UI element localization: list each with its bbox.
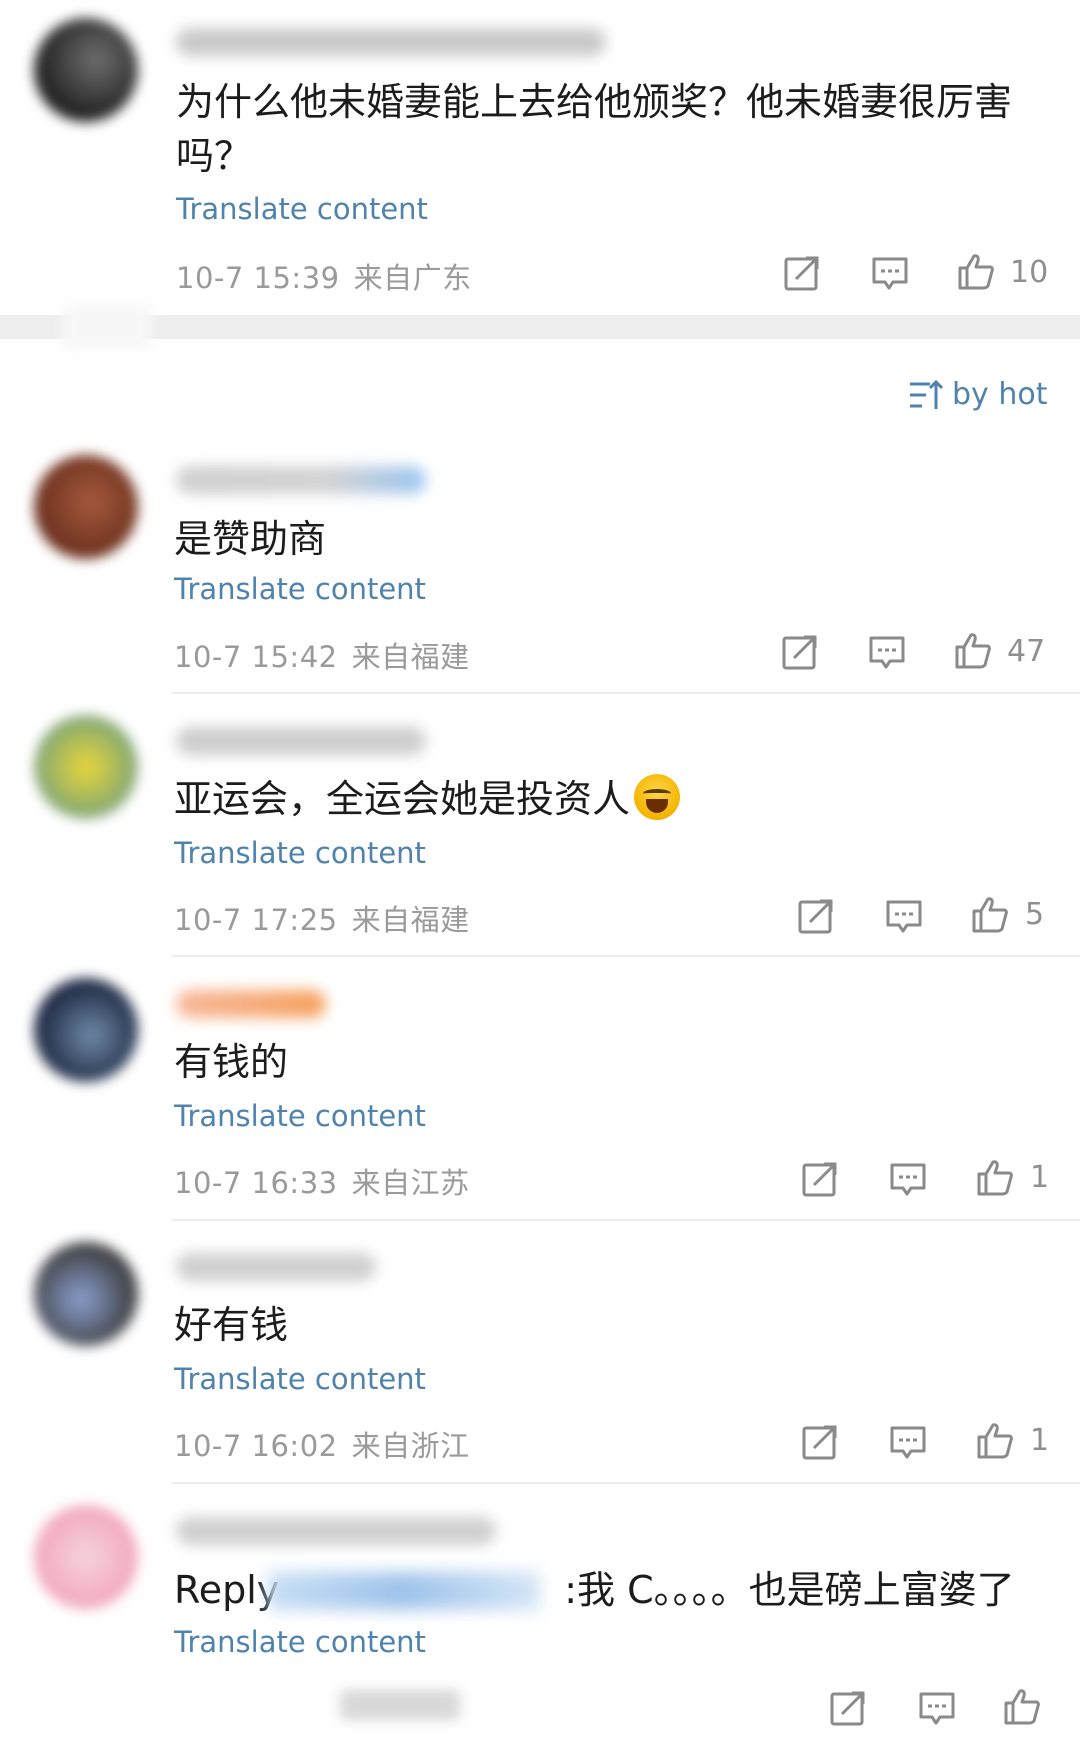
- comment-avatar[interactable]: [34, 455, 138, 559]
- comment-avatar[interactable]: [34, 1242, 138, 1346]
- comment-username[interactable]: [176, 1253, 376, 1281]
- thumbs-up-icon[interactable]: [953, 630, 993, 670]
- thumbs-up-icon[interactable]: [975, 1157, 1015, 1197]
- comment-username[interactable]: [176, 990, 326, 1018]
- post-time: 10-7 15:39: [176, 261, 340, 295]
- comment-divider: [172, 692, 1080, 694]
- comment-translate-link[interactable]: Translate content: [174, 572, 426, 606]
- share-icon[interactable]: [800, 1159, 840, 1199]
- comment-location: 来自福建: [351, 903, 470, 937]
- comment-like-count: 1: [1030, 1160, 1050, 1195]
- comment-time: 10-7 15:42: [174, 640, 338, 674]
- comment-icon[interactable]: [888, 1422, 928, 1462]
- share-icon[interactable]: [782, 253, 822, 293]
- comment-location: 来自浙江: [351, 1429, 470, 1463]
- comment-divider: [172, 1219, 1080, 1221]
- reply-text: :我 C。。。。也是磅上富婆了: [564, 1568, 1015, 1612]
- comment-text: 有钱的: [174, 1040, 289, 1084]
- crying-laughing-emoji-icon: [634, 774, 681, 820]
- post-location: 来自广东: [353, 261, 472, 295]
- reply-prefix: Reply: [174, 1568, 280, 1612]
- comment-divider: [172, 955, 1080, 957]
- comment-username[interactable]: [176, 1517, 496, 1545]
- comment-icon[interactable]: [884, 896, 924, 936]
- comment-time: 10-7 16:02: [174, 1429, 338, 1463]
- comment-translate-link[interactable]: Translate content: [174, 1625, 426, 1659]
- post-meta: 10-7 15:39 来自广东: [176, 255, 472, 297]
- comment-icon[interactable]: [867, 632, 907, 672]
- share-icon[interactable]: [800, 1422, 840, 1462]
- thumbs-up-icon[interactable]: [1002, 1686, 1042, 1726]
- comment-avatar[interactable]: [34, 715, 138, 819]
- comment-text-body: 亚运会，全运会她是投资人: [174, 777, 631, 821]
- post-username[interactable]: [176, 28, 606, 56]
- comment-translate-link[interactable]: Translate content: [174, 836, 426, 870]
- comment-avatar[interactable]: [34, 978, 138, 1082]
- separator-smudge: [62, 305, 152, 349]
- comment-like-count: 5: [1025, 897, 1045, 932]
- post-translate-link[interactable]: Translate content: [176, 192, 428, 226]
- comment-icon[interactable]: [888, 1159, 928, 1199]
- comment-meta-blur: [340, 1690, 460, 1720]
- comment-icon[interactable]: [917, 1688, 957, 1728]
- comment-text: 亚运会，全运会她是投资人: [174, 772, 681, 826]
- thumbs-up-icon[interactable]: [970, 894, 1010, 934]
- comment-location: 来自江苏: [351, 1166, 470, 1200]
- share-icon[interactable]: [828, 1688, 868, 1728]
- comment-icon[interactable]: [870, 253, 910, 293]
- post-text-line1: 为什么他未婚妻能上去给他颁奖？他未婚妻很厉害: [176, 80, 1013, 124]
- comment-avatar[interactable]: [34, 1505, 138, 1609]
- reply-mention-blur[interactable]: [268, 1572, 540, 1610]
- comment-like-count: 1: [1030, 1423, 1050, 1458]
- thumbs-up-icon[interactable]: [975, 1420, 1015, 1460]
- sort-label: by hot: [952, 377, 1048, 412]
- section-separator: [0, 315, 1080, 339]
- comment-translate-link[interactable]: Translate content: [174, 1099, 426, 1133]
- post-avatar[interactable]: [34, 18, 138, 122]
- comment-username[interactable]: [176, 727, 426, 755]
- comment-meta: 10-7 15:42 来自福建: [174, 634, 470, 676]
- share-icon[interactable]: [780, 632, 820, 672]
- post-text: 为什么他未婚妻能上去给他颁奖？他未婚妻很厉害 吗？: [176, 75, 1056, 183]
- post-text-line2: 吗？: [176, 134, 253, 178]
- comment-like-count: 47: [1007, 634, 1046, 669]
- comment-translate-link[interactable]: Translate content: [174, 1362, 426, 1396]
- post-like-count: 10: [1010, 255, 1049, 290]
- thumbs-up-icon[interactable]: [956, 251, 996, 291]
- comment-time: 10-7 16:33: [174, 1166, 338, 1200]
- comment-location: 来自福建: [351, 640, 470, 674]
- comment-meta: 10-7 16:33 来自江苏: [174, 1160, 470, 1202]
- comment-meta: 10-7 16:02 来自浙江: [174, 1423, 470, 1465]
- share-icon[interactable]: [796, 896, 836, 936]
- comment-meta: 10-7 17:25 来自福建: [174, 897, 470, 939]
- comment-username[interactable]: [176, 466, 426, 494]
- comment-text: 是赞助商: [174, 517, 327, 561]
- sort-by-hot-button[interactable]: by hot: [908, 377, 1047, 412]
- sort-icon: [910, 379, 944, 409]
- post-card: 为什么他未婚妻能上去给他颁奖？他未婚妻很厉害 吗？ Translate cont…: [0, 0, 1080, 315]
- comment-text: 好有钱: [174, 1303, 289, 1347]
- comment-time: 10-7 17:25: [174, 903, 338, 937]
- comment-divider: [172, 1482, 1080, 1484]
